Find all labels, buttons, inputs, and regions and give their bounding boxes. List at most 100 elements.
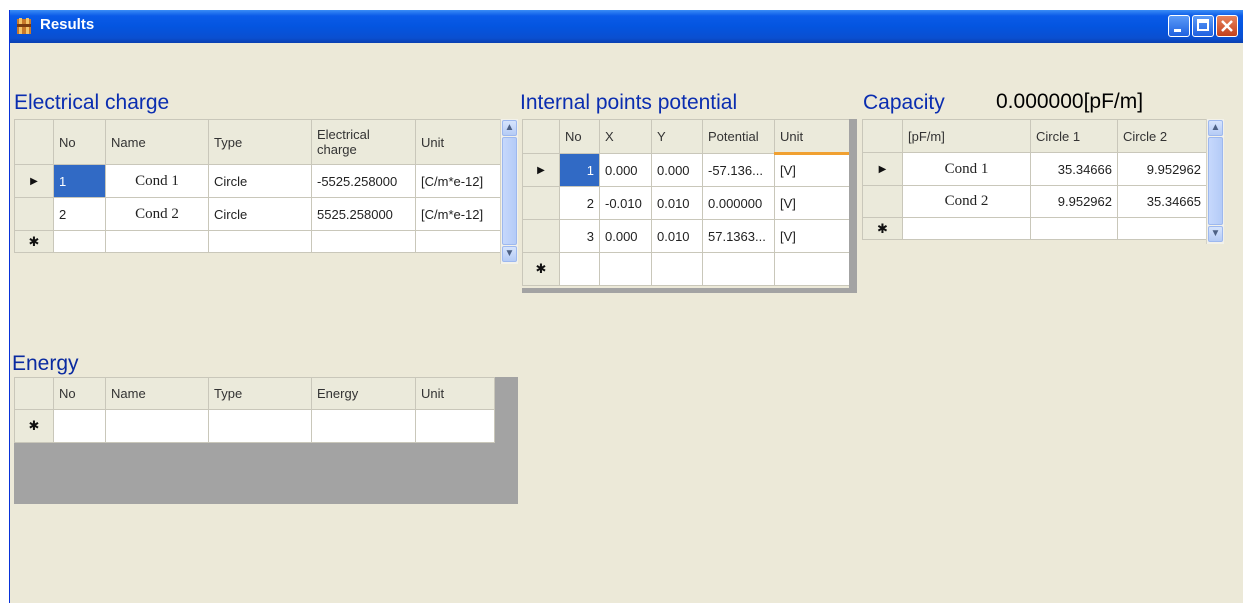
- cell-y[interactable]: 0.010: [651, 219, 703, 253]
- title-bar[interactable]: Results: [10, 10, 1243, 43]
- new-row[interactable]: ✱: [862, 217, 1207, 240]
- grid-background: [522, 288, 857, 293]
- new-row[interactable]: ✱: [14, 230, 501, 253]
- cell-potential[interactable]: -57.136...: [702, 153, 775, 187]
- grid-header-row: [pF/m] Circle 1 Circle 2: [862, 119, 1207, 153]
- capacity-title: Capacity: [863, 91, 945, 114]
- cell-name[interactable]: Cond 1: [105, 164, 209, 198]
- cell-charge[interactable]: -5525.258000: [311, 164, 416, 198]
- current-row-marker[interactable]: ▶: [862, 152, 903, 186]
- table-row[interactable]: 3 0.000 0.010 57.1363... [V]: [522, 219, 850, 253]
- new-row-marker[interactable]: ✱: [14, 409, 54, 443]
- current-row-marker[interactable]: ▶: [14, 164, 54, 198]
- close-button[interactable]: [1216, 15, 1238, 37]
- grid-header-row: No Name Type Energy Unit: [14, 377, 495, 410]
- row-header[interactable]: [862, 185, 903, 218]
- column-header[interactable]: Circle 2: [1117, 119, 1207, 153]
- internal-points-grid[interactable]: No X Y Potential Unit ▶ 1 0.000 0.000 -5…: [522, 119, 850, 286]
- capacity-value: 0.000000[pF/m]: [996, 90, 1144, 113]
- table-row[interactable]: ▶ 1 Cond 1 Circle -5525.258000 [C/m*e-12…: [14, 164, 501, 198]
- cell-name[interactable]: Cond 2: [902, 185, 1031, 218]
- row-header[interactable]: [522, 219, 560, 253]
- table-row[interactable]: Cond 2 9.952962 35.34665: [862, 185, 1207, 218]
- cell-charge[interactable]: 5525.258000: [311, 197, 416, 231]
- new-row[interactable]: ✱: [14, 409, 495, 443]
- column-header[interactable]: Unit: [774, 119, 850, 155]
- column-header[interactable]: Name: [105, 119, 209, 165]
- cell-x[interactable]: 0.000: [599, 219, 652, 253]
- column-header[interactable]: Unit: [415, 119, 501, 165]
- column-header[interactable]: Electrical charge: [311, 119, 416, 165]
- new-row-marker[interactable]: ✱: [14, 230, 54, 253]
- cell-name[interactable]: Cond 2: [105, 197, 209, 231]
- column-header[interactable]: Y: [651, 119, 703, 154]
- close-icon: [1221, 20, 1233, 32]
- table-row[interactable]: ▶ 1 0.000 0.000 -57.136... [V]: [522, 153, 850, 187]
- row-header[interactable]: [522, 186, 560, 220]
- column-header[interactable]: No: [53, 377, 106, 410]
- column-header[interactable]: No: [53, 119, 106, 165]
- column-header[interactable]: [pF/m]: [902, 119, 1031, 153]
- column-header[interactable]: Type: [208, 377, 312, 410]
- cell-potential[interactable]: 57.1363...: [702, 219, 775, 253]
- row-header[interactable]: [14, 197, 54, 231]
- cell-unit[interactable]: [V]: [774, 219, 850, 253]
- grid-background: [849, 119, 857, 293]
- cell-circle-2[interactable]: 35.34665: [1117, 185, 1207, 218]
- energy-grid[interactable]: No Name Type Energy Unit ✱: [14, 377, 495, 443]
- cell-no[interactable]: 1: [559, 153, 600, 187]
- cell-name[interactable]: Cond 1: [902, 152, 1031, 186]
- cell-y[interactable]: 0.010: [651, 186, 703, 220]
- scroll-down-button[interactable]: ▼: [502, 246, 517, 262]
- column-header[interactable]: Name: [105, 377, 209, 410]
- capacity-scrollbar[interactable]: ▲ ▼: [1206, 119, 1224, 244]
- minimize-button[interactable]: [1168, 15, 1190, 37]
- scroll-up-button[interactable]: ▲: [1208, 120, 1223, 136]
- cell-no[interactable]: 2: [53, 197, 106, 231]
- electrical-charge-grid[interactable]: No Name Type Electrical charge Unit ▶ 1 …: [14, 119, 501, 253]
- scroll-thumb[interactable]: [1208, 137, 1223, 225]
- cell-no[interactable]: 2: [559, 186, 600, 220]
- column-header[interactable]: Type: [208, 119, 312, 165]
- cell-type[interactable]: Circle: [208, 197, 312, 231]
- current-row-marker[interactable]: ▶: [522, 153, 560, 187]
- column-header[interactable]: Energy: [311, 377, 416, 410]
- column-header[interactable]: Circle 1: [1030, 119, 1118, 153]
- internal-points-title: Internal points potential: [520, 91, 738, 114]
- cell-unit[interactable]: [C/m*e-12]: [415, 164, 501, 198]
- cell-potential[interactable]: 0.000000: [702, 186, 775, 220]
- column-header[interactable]: No: [559, 119, 600, 154]
- scroll-thumb[interactable]: [502, 137, 517, 245]
- table-row[interactable]: ▶ Cond 1 35.34666 9.952962: [862, 152, 1207, 186]
- column-header[interactable]: Potential: [702, 119, 775, 154]
- scroll-down-button[interactable]: ▼: [1208, 226, 1223, 242]
- row-header-corner: [14, 377, 54, 410]
- cell-unit[interactable]: [C/m*e-12]: [415, 197, 501, 231]
- cell-type[interactable]: Circle: [208, 164, 312, 198]
- table-row[interactable]: 2 -0.010 0.010 0.000000 [V]: [522, 186, 850, 220]
- capacity-grid[interactable]: [pF/m] Circle 1 Circle 2 ▶ Cond 1 35.346…: [862, 119, 1207, 240]
- column-header[interactable]: X: [599, 119, 652, 154]
- new-row-marker[interactable]: ✱: [522, 252, 560, 286]
- row-header-corner: [862, 119, 903, 153]
- cell-x[interactable]: -0.010: [599, 186, 652, 220]
- cell-circle-1[interactable]: 35.34666: [1030, 152, 1118, 186]
- cell-x[interactable]: 0.000: [599, 153, 652, 187]
- new-row[interactable]: ✱: [522, 252, 850, 286]
- cell-circle-1[interactable]: 9.952962: [1030, 185, 1118, 218]
- maximize-button[interactable]: [1192, 15, 1214, 37]
- cell-unit[interactable]: [V]: [774, 153, 850, 187]
- cell-no[interactable]: 1: [53, 164, 106, 198]
- table-row[interactable]: 2 Cond 2 Circle 5525.258000 [C/m*e-12]: [14, 197, 501, 231]
- electrical-charge-scrollbar[interactable]: ▲ ▼: [500, 119, 518, 264]
- cell-unit[interactable]: [V]: [774, 186, 850, 220]
- scroll-up-button[interactable]: ▲: [502, 120, 517, 136]
- row-header-corner: [14, 119, 54, 165]
- cell-circle-2[interactable]: 9.952962: [1117, 152, 1207, 186]
- cell-y[interactable]: 0.000: [651, 153, 703, 187]
- grid-header-row: No Name Type Electrical charge Unit: [14, 119, 501, 165]
- electrical-charge-title: Electrical charge: [14, 91, 170, 114]
- cell-no[interactable]: 3: [559, 219, 600, 253]
- column-header[interactable]: Unit: [415, 377, 495, 410]
- new-row-marker[interactable]: ✱: [862, 217, 903, 240]
